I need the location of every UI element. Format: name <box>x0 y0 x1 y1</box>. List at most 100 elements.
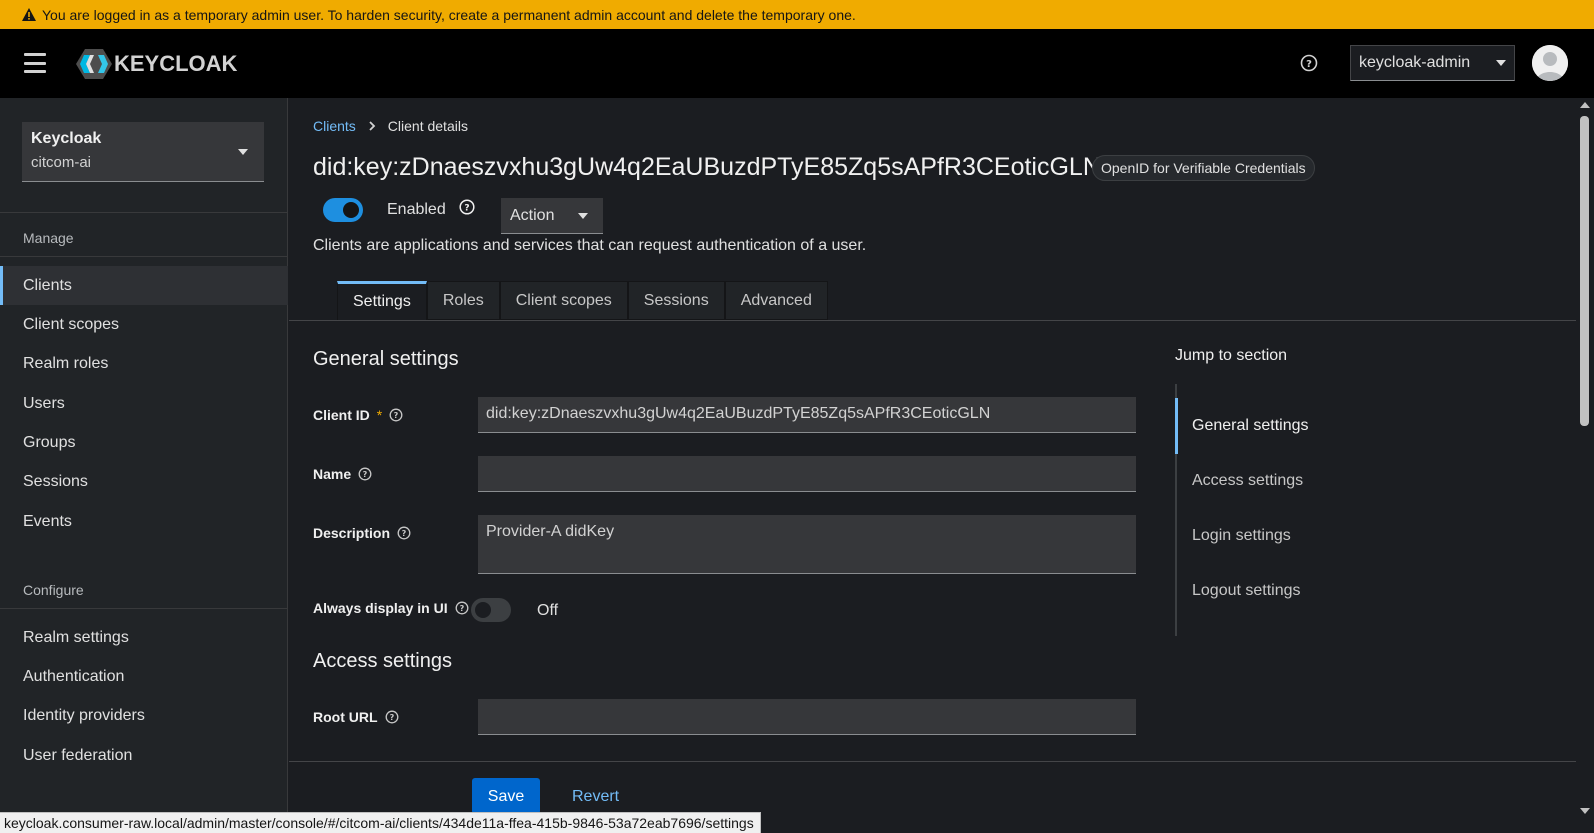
sidebar: Keycloak citcom-ai Manage Clients Client… <box>0 98 288 820</box>
breadcrumb: Clients Client details <box>313 118 468 134</box>
name-label-text: Name <box>313 466 352 482</box>
tabs: Settings Roles Client scopes Sessions Ad… <box>337 281 828 320</box>
svg-text:?: ? <box>402 529 407 538</box>
required-marker: * <box>376 407 383 423</box>
scroll-thumb[interactable] <box>1580 116 1589 426</box>
configure-heading: Configure <box>23 582 84 598</box>
tab-advanced[interactable]: Advanced <box>724 281 828 320</box>
scroll-up-arrow-icon[interactable] <box>1580 102 1590 108</box>
action-label: Action <box>510 206 555 224</box>
user-avatar-icon <box>1532 45 1568 81</box>
sidebar-item-client-scopes[interactable]: Client scopes <box>0 305 288 344</box>
avatar[interactable] <box>1532 45 1568 81</box>
root-url-input[interactable] <box>478 699 1136 735</box>
access-settings-title: Access settings <box>313 650 452 672</box>
user-name: keycloak-admin <box>1359 54 1471 71</box>
client-id-input[interactable]: did:key:zDnaeszvxhu3gUw4q2EaUBuzdPTyE85Z… <box>478 397 1136 433</box>
client-id-label-text: Client ID <box>313 407 370 423</box>
chevron-down-icon <box>1496 60 1506 66</box>
sidebar-item-events[interactable]: Events <box>0 502 288 541</box>
always-display-toggle[interactable] <box>471 598 511 622</box>
sidebar-divider <box>0 256 288 257</box>
jump-general-settings[interactable]: General settings <box>1192 417 1309 435</box>
sidebar-item-user-federation[interactable]: User federation <box>0 736 288 775</box>
chevron-right-icon <box>369 121 376 131</box>
hamburger-menu-icon[interactable] <box>24 53 46 73</box>
jump-to-section-title: Jump to section <box>1175 347 1288 364</box>
realm-selector[interactable]: Keycloak citcom-ai <box>22 122 264 182</box>
save-button[interactable]: Save <box>472 778 540 814</box>
svg-text:?: ? <box>464 204 469 214</box>
help-icon[interactable]: ? <box>385 710 399 724</box>
banner-text: You are logged in as a temporary admin u… <box>42 6 856 23</box>
sidebar-divider <box>0 212 288 213</box>
root-url-label: Root URL ? <box>313 709 399 725</box>
sidebar-divider <box>0 608 288 609</box>
root-url-label-text: Root URL <box>313 709 378 725</box>
svg-text:?: ? <box>389 713 394 722</box>
tabs-divider <box>289 320 1576 321</box>
enabled-toggle[interactable] <box>323 198 363 222</box>
keycloak-logo[interactable]: KEYCLOAK <box>76 49 237 79</box>
sidebar-item-sessions[interactable]: Sessions <box>0 462 288 501</box>
jump-logout-settings[interactable]: Logout settings <box>1192 582 1301 600</box>
sidebar-item-users[interactable]: Users <box>0 384 288 423</box>
logo-text: KEYCLOAK <box>114 51 238 76</box>
breadcrumb-current: Client details <box>387 118 468 134</box>
main-scrollbar[interactable] <box>1576 98 1594 820</box>
browser-status-url: keycloak.consumer-raw.local/admin/master… <box>0 812 761 833</box>
name-input[interactable] <box>478 456 1136 492</box>
protocol-badge: OpenID for Verifiable Credentials <box>1092 155 1315 181</box>
realm-name: citcom-ai <box>31 154 92 171</box>
sidebar-item-groups[interactable]: Groups <box>0 423 288 462</box>
svg-text:?: ? <box>459 604 464 613</box>
always-display-label-text: Always display in UI <box>313 600 448 616</box>
jump-login-settings[interactable]: Login settings <box>1192 527 1291 545</box>
breadcrumb-clients-link[interactable]: Clients <box>313 118 356 134</box>
description-textarea[interactable]: Provider-A didKey <box>478 515 1136 574</box>
temporary-admin-banner: You are logged in as a temporary admin u… <box>0 0 1594 29</box>
chevron-down-icon <box>578 212 589 219</box>
chevron-down-icon <box>238 149 248 155</box>
description-label-text: Description <box>313 525 391 541</box>
svg-text:?: ? <box>1306 59 1312 70</box>
sidebar-item-clients[interactable]: Clients <box>0 266 288 305</box>
help-icon[interactable]: ? <box>459 199 475 215</box>
scroll-down-arrow-icon[interactable] <box>1580 808 1590 814</box>
sidebar-item-authentication[interactable]: Authentication <box>0 657 288 696</box>
name-label: Name ? <box>313 466 372 482</box>
revert-button[interactable]: Revert <box>572 788 619 806</box>
tab-sessions[interactable]: Sessions <box>627 281 725 320</box>
general-settings-title: General settings <box>313 348 459 370</box>
help-icon[interactable]: ? <box>1300 54 1318 72</box>
tab-roles[interactable]: Roles <box>426 281 500 320</box>
enabled-label: Enabled <box>387 201 446 218</box>
sidebar-item-realm-roles[interactable]: Realm roles <box>0 344 288 383</box>
help-icon[interactable]: ? <box>389 408 403 422</box>
svg-text:?: ? <box>394 411 399 420</box>
warning-icon <box>22 8 36 21</box>
svg-text:?: ? <box>363 470 368 479</box>
keycloak-logo-icon <box>76 49 112 79</box>
help-icon[interactable]: ? <box>455 601 469 615</box>
always-display-state: Off <box>537 602 559 619</box>
masthead: KEYCLOAK ? keycloak-admin <box>0 29 1594 98</box>
sidebar-item-realm-settings[interactable]: Realm settings <box>0 618 288 657</box>
tab-client-scopes[interactable]: Client scopes <box>499 281 628 320</box>
main-content: Clients Client details did:key:zDnaeszvx… <box>289 98 1576 820</box>
client-id-label: Client ID * ? <box>313 407 403 423</box>
client-description-text: Clients are applications and services th… <box>313 237 867 254</box>
realm-selector-title: Keycloak <box>31 130 102 147</box>
jump-nav-active-indicator <box>1175 398 1178 454</box>
help-icon[interactable]: ? <box>358 467 372 481</box>
always-display-label: Always display in UI ? <box>313 600 469 616</box>
action-dropdown[interactable]: Action <box>501 198 603 234</box>
help-icon[interactable]: ? <box>397 526 411 540</box>
manage-heading: Manage <box>23 230 74 246</box>
user-dropdown[interactable]: keycloak-admin <box>1350 45 1515 81</box>
description-label: Description ? <box>313 525 411 541</box>
jump-access-settings[interactable]: Access settings <box>1192 472 1303 490</box>
tab-settings[interactable]: Settings <box>337 281 427 320</box>
sidebar-item-identity-providers[interactable]: Identity providers <box>0 696 288 735</box>
page-title: did:key:zDnaeszvxhu3gUw4q2EaUBuzdPTyE85Z… <box>313 153 1101 181</box>
